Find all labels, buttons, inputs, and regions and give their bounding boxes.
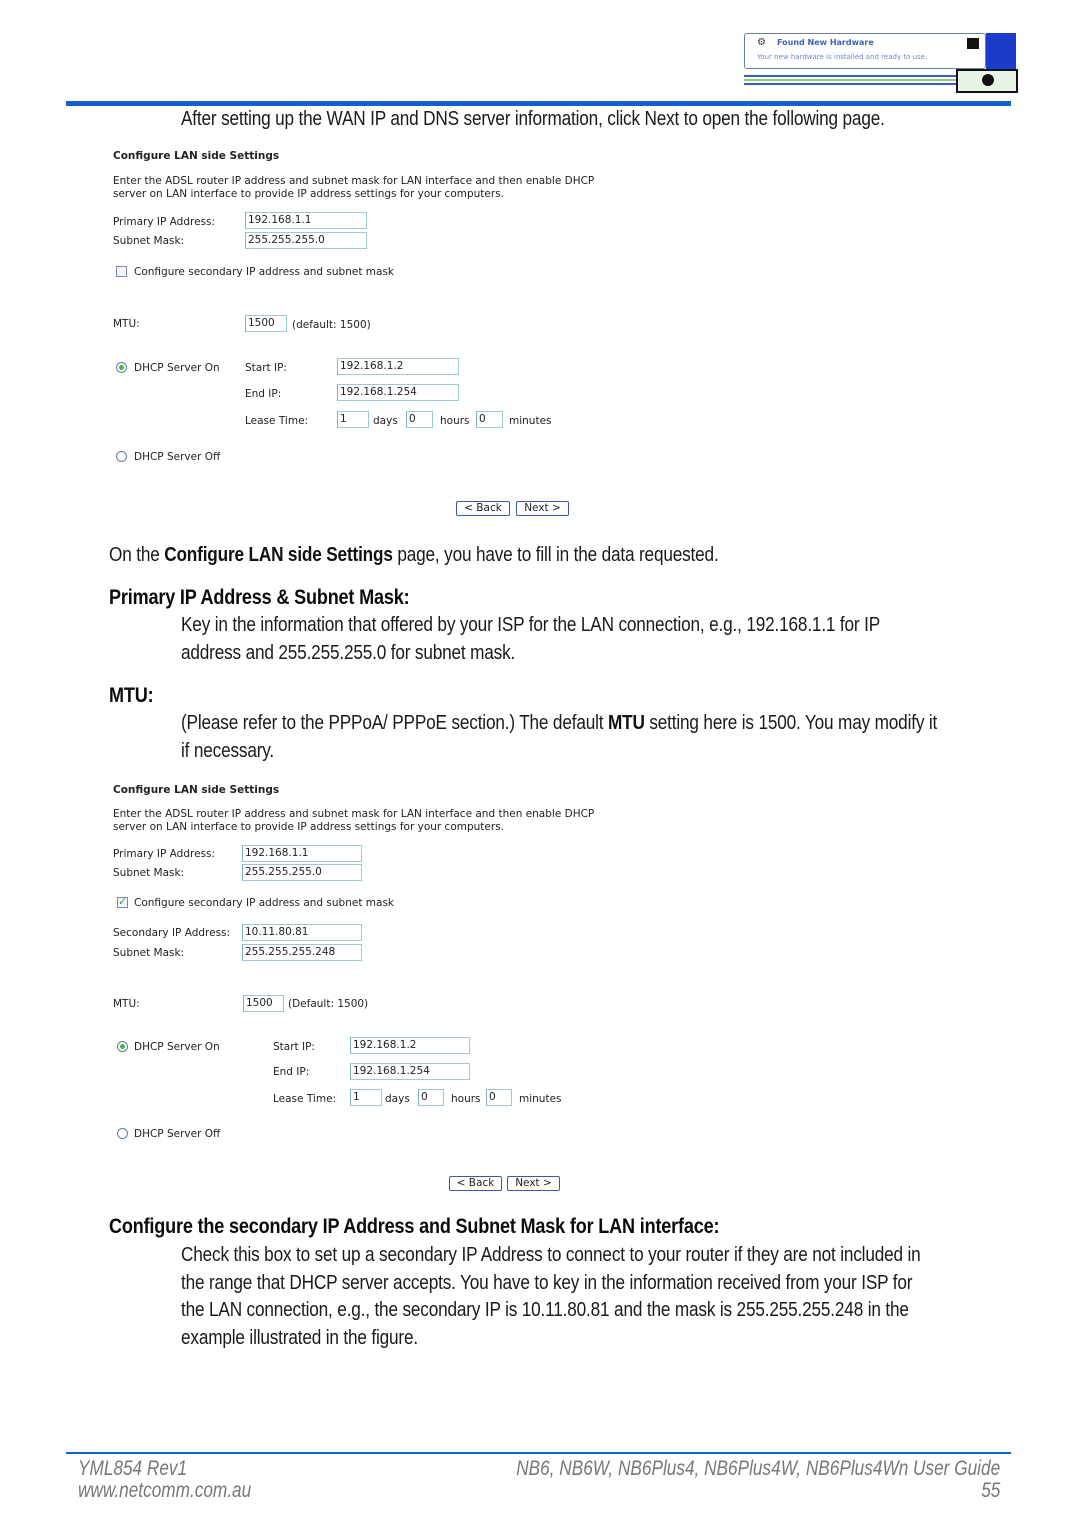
lease-days-input[interactable]: 1 [350, 1089, 382, 1106]
start-ip-label: Start IP: [273, 1041, 315, 1053]
dhcp-server-off-label: DHCP Server Off [134, 451, 221, 463]
figure-description-line2: server on LAN interface to provide IP ad… [113, 821, 505, 833]
mtu-line1-bold: MTU [607, 712, 645, 734]
days-label: days [385, 1093, 410, 1105]
start-ip-input[interactable]: 192.168.1.2 [350, 1037, 470, 1054]
tray-icon [982, 74, 994, 86]
primary-ip-line1: Key in the information that offered by y… [181, 614, 881, 636]
next-button[interactable]: Next > [516, 501, 569, 516]
footer-doc-id: YML854 Rev1 [78, 1457, 188, 1480]
mtu-line1-pre: (Please refer to the PPPoA/ PPPoE sectio… [181, 712, 608, 734]
lease-days-input[interactable]: 1 [337, 411, 369, 428]
primary-ip-line2: address and 255.255.255.0 for subnet mas… [181, 642, 516, 664]
subnet-mask-input[interactable]: 255.255.255.0 [245, 232, 367, 249]
system-tray [956, 69, 1018, 93]
dhcp-server-on-radio[interactable] [117, 1041, 128, 1052]
lease-hours-input[interactable]: 0 [418, 1089, 444, 1106]
secondary-ip-heading: Configure the secondary IP Address and S… [109, 1215, 720, 1238]
end-ip-label: End IP: [245, 388, 282, 400]
lease-minutes-input[interactable]: 0 [476, 411, 503, 428]
secondary-ip-label: Secondary IP Address: [113, 927, 231, 939]
hardware-icon: ⚙ [757, 37, 766, 48]
hours-label: hours [451, 1093, 481, 1105]
back-button[interactable]: < Back [456, 501, 510, 516]
subnet-mask-label: Subnet Mask: [113, 235, 185, 247]
back-button[interactable]: < Back [449, 1176, 502, 1191]
primary-ip-heading: Primary IP Address & Subnet Mask: [109, 586, 410, 609]
secondary-line3: the LAN connection, e.g., the secondary … [181, 1299, 909, 1321]
secondary-line2: the range that DHCP server accepts. You … [181, 1272, 913, 1294]
dhcp-server-on-label: DHCP Server On [134, 1041, 220, 1053]
start-ip-label: Start IP: [245, 362, 287, 374]
close-icon [967, 38, 979, 49]
secondary-line4: example illustrated in the figure. [181, 1327, 418, 1349]
primary-ip-label: Primary IP Address: [113, 848, 216, 860]
figure-title: Configure LAN side Settings [113, 784, 280, 796]
footer-website[interactable]: www.netcomm.com.au [78, 1479, 251, 1503]
lease-time-label: Lease Time: [245, 415, 309, 427]
mtu-line1: (Please refer to the PPPoA/ PPPoE sectio… [181, 712, 937, 735]
figure-description-line1: Enter the ADSL router IP address and sub… [113, 175, 595, 187]
dhcp-server-off-radio[interactable] [117, 1128, 128, 1139]
intro-paragraph: After setting up the WAN IP and DNS serv… [181, 108, 885, 130]
mtu-default-hint: (Default: 1500) [288, 998, 369, 1010]
dhcp-server-off-label: DHCP Server Off [134, 1128, 221, 1140]
configure-paragraph: On the Configure LAN side Settings page,… [109, 544, 719, 567]
secondary-ip-input[interactable]: 10.11.80.81 [242, 924, 362, 941]
days-label: days [373, 415, 398, 427]
mtu-default-hint: (default: 1500) [292, 319, 371, 331]
secondary-ip-checkbox[interactable] [116, 266, 127, 277]
secondary-ip-checkbox[interactable] [117, 895, 128, 908]
end-ip-input[interactable]: 192.168.1.254 [350, 1063, 470, 1080]
subnet-mask-label: Subnet Mask: [113, 867, 185, 879]
mtu-input[interactable]: 1500 [245, 315, 287, 332]
hours-label: hours [440, 415, 470, 427]
footer-rule [66, 1452, 1011, 1454]
lease-minutes-input[interactable]: 0 [486, 1089, 512, 1106]
figure-title: Configure LAN side Settings [113, 150, 280, 162]
figure-description-line2: server on LAN interface to provide IP ad… [113, 188, 505, 200]
mtu-label: MTU: [113, 998, 140, 1010]
secondary-ip-checkbox-label: Configure secondary IP address and subne… [134, 897, 394, 909]
lease-time-label: Lease Time: [273, 1093, 337, 1105]
minutes-label: minutes [509, 415, 552, 427]
end-ip-label: End IP: [273, 1066, 310, 1078]
secondary-mask-label: Subnet Mask: [113, 947, 185, 959]
mtu-heading: MTU: [109, 684, 154, 707]
secondary-mask-input[interactable]: 255.255.255.248 [242, 944, 362, 961]
configure-post: page, you have to fill in the data reque… [392, 544, 719, 566]
footer-guide-title: NB6, NB6W, NB6Plus4, NB6Plus4W, NB6Plus4… [516, 1457, 1000, 1480]
notification-title: Found New Hardware [777, 38, 874, 47]
primary-ip-label: Primary IP Address: [113, 216, 216, 228]
dhcp-server-on-radio[interactable] [116, 362, 127, 373]
notification-message: Your new hardware is installed and ready… [757, 53, 928, 61]
notification-balloon: ⚙ Found New Hardware Your new hardware i… [744, 33, 986, 69]
next-button[interactable]: Next > [507, 1176, 560, 1191]
mtu-line1-post: setting here is 1500. You may modify it [644, 712, 938, 734]
subnet-mask-input[interactable]: 255.255.255.0 [242, 864, 362, 881]
dhcp-server-on-label: DHCP Server On [134, 362, 220, 374]
found-new-hardware-graphic: ⚙ Found New Hardware Your new hardware i… [744, 33, 1018, 93]
footer-page-number: 55 [980, 1479, 1000, 1502]
primary-ip-input[interactable]: 192.168.1.1 [242, 845, 362, 862]
configure-bold: Configure LAN side Settings [164, 544, 393, 566]
mtu-label: MTU: [113, 318, 140, 330]
mtu-input[interactable]: 1500 [243, 995, 284, 1012]
primary-ip-input[interactable]: 192.168.1.1 [245, 212, 367, 229]
dhcp-server-off-radio[interactable] [116, 451, 127, 462]
secondary-line1: Check this box to set up a secondary IP … [181, 1244, 921, 1266]
start-ip-input[interactable]: 192.168.1.2 [337, 358, 459, 375]
desktop-edge [986, 33, 1016, 69]
lease-hours-input[interactable]: 0 [406, 411, 433, 428]
configure-pre: On the [109, 544, 165, 566]
mtu-line2: if necessary. [181, 740, 275, 762]
end-ip-input[interactable]: 192.168.1.254 [337, 384, 459, 401]
minutes-label: minutes [519, 1093, 562, 1105]
secondary-ip-checkbox-label: Configure secondary IP address and subne… [134, 266, 394, 278]
header-rule [66, 101, 1011, 106]
figure-description-line1: Enter the ADSL router IP address and sub… [113, 808, 595, 820]
